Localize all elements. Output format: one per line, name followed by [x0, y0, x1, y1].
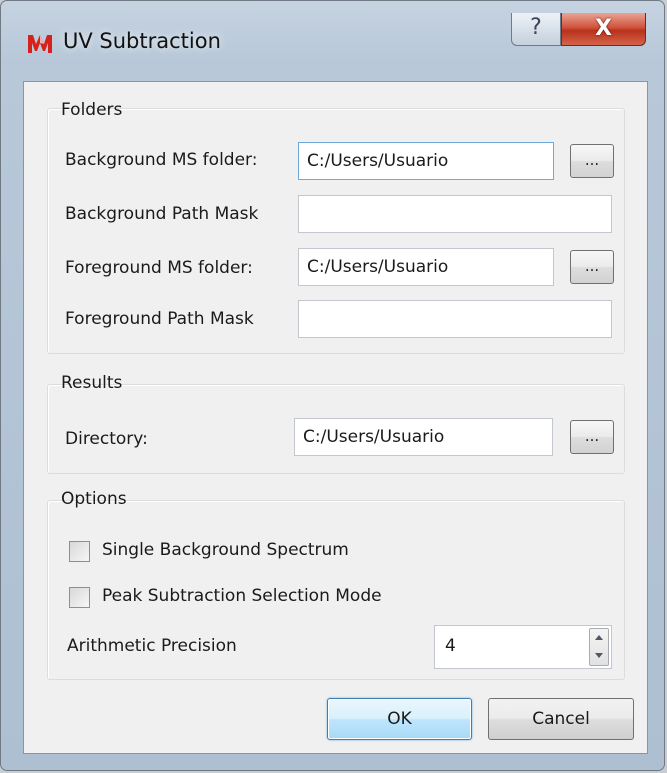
- background-path-mask-label: Background Path Mask: [65, 204, 259, 224]
- arithmetic-precision-value[interactable]: 4: [445, 636, 456, 656]
- background-ms-folder-input[interactable]: C:/Users/Usuario: [298, 142, 554, 180]
- close-button[interactable]: X: [561, 13, 646, 46]
- spin-arrows: [589, 628, 609, 666]
- options-group-title: Options: [61, 489, 127, 509]
- foreground-ms-folder-input[interactable]: C:/Users/Usuario: [298, 248, 554, 286]
- arithmetic-precision-spinbox[interactable]: 4: [434, 625, 612, 669]
- window-title: UV Subtraction: [63, 29, 221, 53]
- foreground-path-mask-label: Foreground Path Mask: [65, 309, 254, 329]
- foreground-ms-browse-button[interactable]: ...: [570, 250, 614, 284]
- background-path-mask-input[interactable]: [298, 195, 612, 233]
- spin-up-arrow-icon[interactable]: [590, 629, 608, 647]
- directory-browse-button[interactable]: ...: [570, 420, 614, 454]
- arithmetic-precision-label: Arithmetic Precision: [67, 636, 237, 656]
- peak-subtraction-selection-mode-label[interactable]: Peak Subtraction Selection Mode: [102, 586, 382, 606]
- peak-subtraction-selection-mode-checkbox[interactable]: [69, 587, 90, 608]
- dialog-content: Folders Background MS folder: C:/Users/U…: [23, 81, 648, 754]
- background-ms-folder-label: Background MS folder:: [65, 150, 258, 170]
- m-logo-icon: [28, 35, 52, 53]
- background-ms-browse-button[interactable]: ...: [570, 144, 614, 178]
- dialog-window: UV Subtraction ? X Folders Background MS…: [0, 0, 665, 771]
- ok-button[interactable]: OK: [327, 698, 472, 740]
- results-group-title: Results: [61, 373, 123, 393]
- cancel-button[interactable]: Cancel: [488, 698, 634, 740]
- spin-down-arrow-icon[interactable]: [590, 647, 608, 665]
- directory-input[interactable]: C:/Users/Usuario: [294, 418, 553, 456]
- help-button[interactable]: ?: [511, 13, 561, 46]
- foreground-path-mask-input[interactable]: [298, 300, 612, 338]
- title-bar[interactable]: UV Subtraction ? X: [1, 1, 664, 81]
- single-background-spectrum-checkbox[interactable]: [69, 541, 90, 562]
- folders-group-title: Folders: [61, 100, 123, 120]
- single-background-spectrum-label[interactable]: Single Background Spectrum: [102, 540, 349, 560]
- directory-label: Directory:: [65, 429, 148, 449]
- foreground-ms-folder-label: Foreground MS folder:: [65, 258, 253, 278]
